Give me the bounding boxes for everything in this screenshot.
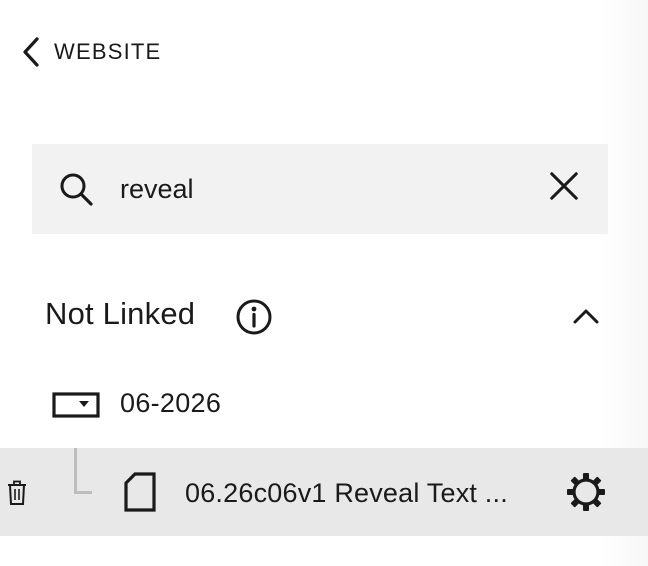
close-icon[interactable]: [548, 170, 580, 202]
folder-dropdown-icon: [52, 392, 100, 418]
chevron-up-icon[interactable]: [570, 300, 602, 332]
page-label: 06.26c06v1 Reveal Text ...: [185, 478, 508, 508]
info-icon[interactable]: [235, 298, 273, 336]
search-bar: [32, 144, 608, 234]
section-title: Not Linked: [45, 296, 196, 331]
page-icon: [124, 472, 156, 512]
page-item[interactable]: 06.26c06v1 Reveal Text ...: [0, 448, 648, 536]
search-icon: [60, 173, 93, 206]
chevron-left-icon: [23, 37, 39, 67]
search-input[interactable]: [120, 168, 520, 210]
back-button[interactable]: WEBSITE: [20, 36, 161, 68]
trash-icon[interactable]: [6, 480, 28, 506]
pages-panel: WEBSITE Not Linked 06-2026: [0, 0, 648, 566]
gear-icon[interactable]: [566, 472, 606, 512]
back-label: WEBSITE: [54, 39, 162, 64]
tree-connector: [74, 448, 92, 494]
folder-item[interactable]: 06-2026: [0, 372, 648, 438]
folder-label: 06-2026: [120, 388, 222, 418]
